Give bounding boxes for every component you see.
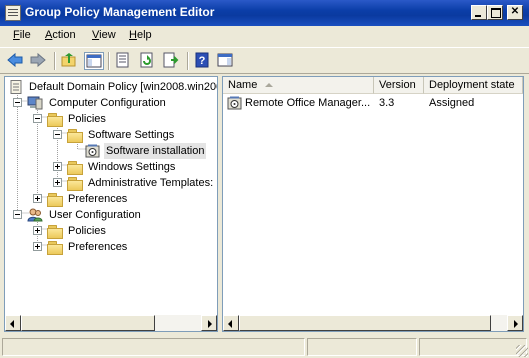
- cell-name: Remote Office Manager...: [245, 97, 371, 109]
- software-installation-icon: [85, 144, 100, 158]
- expand-toggle-icon[interactable]: [53, 162, 62, 171]
- back-button[interactable]: [6, 52, 26, 70]
- scroll-thumb[interactable]: [239, 315, 491, 331]
- folder-icon: [67, 129, 83, 143]
- tree-label: User Configuration: [49, 209, 141, 221]
- status-panel: [419, 338, 527, 356]
- expand-toggle-icon[interactable]: [33, 242, 42, 251]
- toolbar-separator: [54, 52, 56, 70]
- users-icon: [27, 208, 43, 222]
- column-header-deployment-state[interactable]: Deployment state: [424, 77, 523, 94]
- folder-icon: [47, 113, 63, 127]
- expand-toggle-icon[interactable]: [33, 226, 42, 235]
- refresh-button[interactable]: [138, 52, 158, 70]
- tree-label: Software installation: [104, 143, 207, 159]
- window-title: Group Policy Management Editor: [25, 5, 215, 19]
- tree-label: Computer Configuration: [49, 97, 166, 109]
- scroll-left-button[interactable]: [5, 315, 21, 331]
- scroll-right-button[interactable]: [507, 315, 523, 331]
- minimize-button[interactable]: [471, 5, 487, 20]
- menu-file[interactable]: File: [13, 29, 31, 41]
- svg-text:?: ?: [199, 55, 206, 67]
- tree-label: Software Settings: [88, 129, 175, 141]
- expand-toggle-icon[interactable]: [33, 194, 42, 203]
- status-bar: [0, 336, 529, 358]
- tree-label: Policies: [68, 225, 106, 237]
- cell-deployment-state: Assigned: [429, 97, 475, 109]
- menu-action[interactable]: Action: [45, 29, 76, 41]
- toolbar-separator: [108, 52, 110, 70]
- folder-icon: [47, 193, 63, 207]
- show-action-pane-button[interactable]: [216, 52, 236, 70]
- collapse-toggle-icon[interactable]: [53, 130, 62, 139]
- details-list-pane[interactable]: Name Version Deployment state Remote Off…: [222, 76, 524, 332]
- export-list-button[interactable]: [162, 52, 182, 70]
- collapse-toggle-icon[interactable]: [33, 114, 42, 123]
- menu-bar: File Action View Help: [0, 26, 529, 46]
- table-row[interactable]: Remote Office Manager... 3.3 Assigned: [223, 95, 523, 111]
- forward-arrow-icon: [30, 52, 46, 68]
- policy-editor-app-icon: [5, 5, 21, 21]
- minimize-icon: [475, 15, 481, 17]
- status-panel: [307, 338, 417, 356]
- scroll-thumb[interactable]: [21, 315, 155, 331]
- properties-icon: [116, 52, 129, 68]
- tree-label: Preferences: [68, 241, 128, 253]
- resize-grip-icon[interactable]: [516, 345, 528, 357]
- tree-label: Policies: [68, 113, 106, 125]
- show-hide-tree-button[interactable]: [84, 52, 104, 70]
- arrow-left-icon: [10, 320, 14, 328]
- maximize-icon: [491, 8, 501, 18]
- tree-horizontal-scrollbar[interactable]: [5, 315, 217, 331]
- collapse-toggle-icon[interactable]: [13, 98, 22, 107]
- folder-icon: [67, 177, 83, 191]
- toolbar-separator: [187, 52, 189, 70]
- status-panel: [2, 338, 305, 356]
- properties-button[interactable]: [114, 52, 134, 70]
- toolbar: ?: [0, 47, 529, 74]
- title-bar[interactable]: Group Policy Management Editor ✕: [0, 0, 529, 26]
- tree-label: Default Domain Policy [win2008.win2008.l…: [29, 81, 217, 93]
- help-button[interactable]: ?: [193, 52, 213, 70]
- column-header-name[interactable]: Name: [223, 77, 374, 94]
- expand-toggle-icon[interactable]: [53, 178, 62, 187]
- scroll-left-button[interactable]: [223, 315, 239, 331]
- close-button[interactable]: ✕: [507, 5, 523, 20]
- arrow-left-icon: [228, 320, 232, 328]
- cell-version: 3.3: [379, 97, 395, 109]
- folder-up-icon: [61, 53, 76, 67]
- scroll-right-button[interactable]: [201, 315, 217, 331]
- console-tree-pane[interactable]: Default Domain Policy [win2008.win2008.l…: [4, 76, 218, 332]
- msi-package-icon: [227, 96, 242, 110]
- column-header-label: Name: [228, 79, 258, 91]
- help-book-icon: ?: [195, 52, 209, 68]
- menu-view[interactable]: View: [92, 29, 116, 41]
- action-pane-icon: [217, 53, 233, 67]
- column-header-version[interactable]: Version: [374, 77, 424, 94]
- sort-ascending-icon: [265, 83, 273, 87]
- up-one-level-button[interactable]: [60, 52, 80, 70]
- close-icon: ✕: [510, 6, 520, 17]
- menu-help[interactable]: Help: [129, 29, 152, 41]
- tree-label: Windows Settings: [88, 161, 176, 173]
- export-list-icon: [163, 52, 179, 68]
- folder-icon: [47, 225, 63, 239]
- column-header-label: Deployment state: [429, 79, 515, 91]
- forward-button[interactable]: [29, 52, 49, 70]
- collapse-toggle-icon[interactable]: [13, 210, 22, 219]
- computer-icon: [27, 96, 43, 110]
- console-tree-icon: [86, 54, 102, 68]
- column-header-label: Version: [379, 79, 416, 91]
- back-arrow-icon: [7, 52, 23, 68]
- tree-label: Preferences: [68, 193, 128, 205]
- arrow-right-icon: [514, 320, 518, 328]
- list-horizontal-scrollbar[interactable]: [223, 315, 523, 331]
- policy-document-icon: [10, 80, 22, 94]
- arrow-right-icon: [208, 320, 212, 328]
- refresh-icon: [140, 52, 153, 68]
- tree-label: Administrative Templates: Policy definit…: [88, 177, 217, 189]
- folder-icon: [47, 241, 63, 255]
- maximize-button[interactable]: [487, 5, 503, 20]
- folder-icon: [67, 161, 83, 175]
